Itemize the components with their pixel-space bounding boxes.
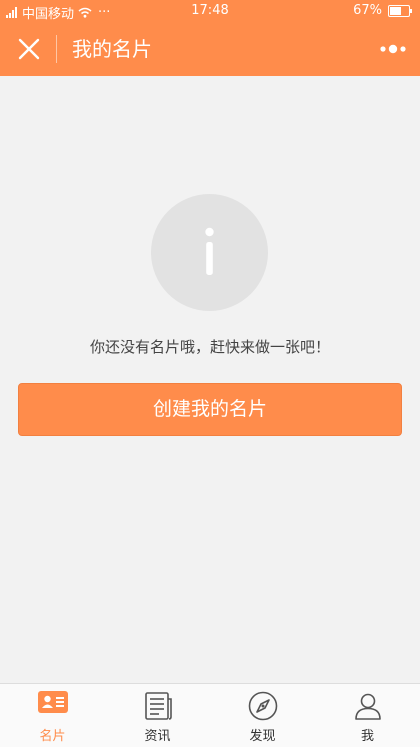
battery-icon [388,4,412,17]
battery-level [390,6,401,15]
tab-news[interactable]: 资讯 [105,684,210,747]
tab-label: 我 [360,729,374,744]
nav-bar: 我的名片 [0,22,420,76]
news-icon [144,692,172,720]
tab-label: 资讯 [144,729,171,744]
battery-percent: 67% [353,3,382,18]
tab-label: 名片 [39,729,66,744]
nav-divider [56,35,57,63]
compass-icon [248,691,277,721]
page-title: 我的名片 [72,37,152,61]
create-card-button[interactable]: 创建我的名片 [18,383,402,436]
info-glyph [205,227,214,275]
close-icon [18,38,40,60]
status-bar: 中国移动 ··· 17:48 67% [0,0,420,22]
tab-me[interactable]: 我 [315,684,420,747]
tab-discover[interactable]: 发现 [210,684,315,747]
info-icon [151,194,268,311]
more-button[interactable] [378,36,408,62]
card-icon [37,691,68,713]
status-right: 67% [353,3,412,18]
tab-label: 发现 [249,729,276,744]
user-icon [354,693,381,720]
tab-card[interactable]: 名片 [0,684,105,747]
close-button[interactable] [14,34,44,64]
empty-message: 你还没有名片哦，赶快来做一张吧！ [89,338,330,356]
more-dots-icon [380,44,406,54]
tab-bar: 名片 资讯 发现 我 [0,683,420,747]
